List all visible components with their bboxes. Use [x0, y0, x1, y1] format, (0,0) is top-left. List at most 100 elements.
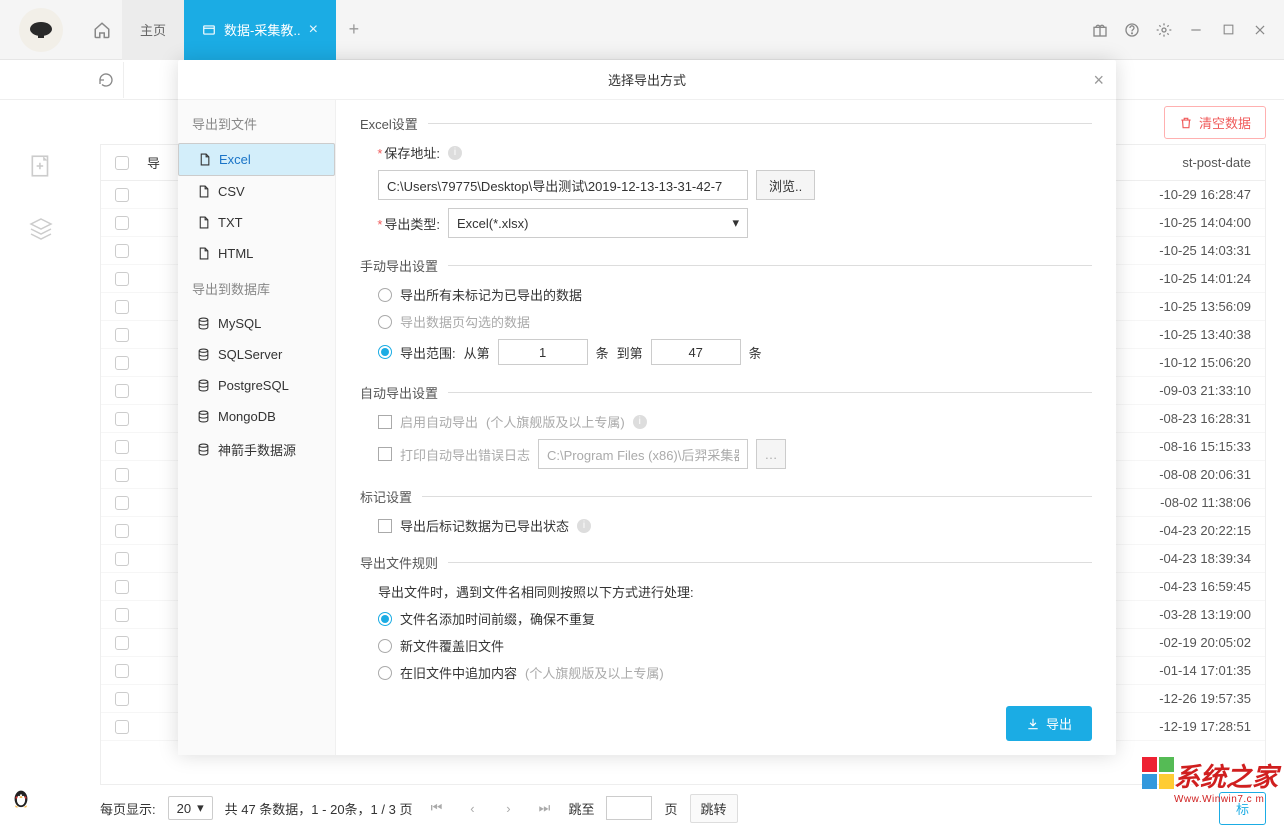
sidebar-item-sqlserver[interactable]: SQLServer: [178, 339, 335, 370]
row-checkbox[interactable]: [115, 468, 129, 482]
export-settings-pane: Excel设置 *保存地址: i 浏览.. *导出类型: Excel(*.xls…: [336, 100, 1116, 755]
sidebar-item-mongodb[interactable]: MongoDB: [178, 401, 335, 432]
per-page-select[interactable]: 20▾: [168, 796, 213, 820]
row-date: -10-25 13:40:38: [1159, 327, 1251, 342]
export-button[interactable]: 导出: [1006, 706, 1092, 741]
reload-icon[interactable]: [88, 62, 124, 98]
auto-enable-label: 启用自动导出: [400, 412, 478, 431]
rule-prefix-radio[interactable]: [378, 612, 392, 626]
close-tab-icon[interactable]: ×: [309, 21, 318, 39]
row-checkbox[interactable]: [115, 440, 129, 454]
info-icon[interactable]: i: [577, 519, 591, 533]
sidebar-item-label: Excel: [219, 152, 251, 167]
qq-icon[interactable]: [10, 787, 32, 809]
radio-unmarked[interactable]: [378, 288, 392, 302]
rule-append-radio[interactable]: [378, 666, 392, 680]
row-date: -04-23 18:39:34: [1159, 551, 1251, 566]
sidebar-item-神箭手数据源[interactable]: 神箭手数据源: [178, 432, 335, 467]
browse-button[interactable]: 浏览..: [756, 170, 815, 200]
dialog-close-icon[interactable]: ×: [1093, 70, 1104, 91]
help-icon[interactable]: [1122, 20, 1142, 40]
sidebar-item-label: SQLServer: [218, 347, 282, 362]
row-checkbox[interactable]: [115, 412, 129, 426]
export-dialog: 选择导出方式 × 导出到文件 ExcelCSVTXTHTML 导出到数据库 My…: [178, 60, 1116, 755]
row-date: -08-23 16:28:31: [1159, 411, 1251, 426]
rule-overwrite-radio[interactable]: [378, 639, 392, 653]
export-type-select[interactable]: Excel(*.xlsx)▾: [448, 208, 748, 238]
row-checkbox[interactable]: [115, 692, 129, 706]
export-sidebar: 导出到文件 ExcelCSVTXTHTML 导出到数据库 MySQLSQLSer…: [178, 100, 336, 755]
info-icon[interactable]: i: [448, 146, 462, 160]
watermark: 系统之家 Www.Winwin7.c m: [1174, 757, 1278, 805]
row-checkbox[interactable]: [115, 636, 129, 650]
row-checkbox[interactable]: [115, 244, 129, 258]
settings-icon[interactable]: [1154, 20, 1174, 40]
layers-icon[interactable]: [25, 212, 57, 244]
row-checkbox[interactable]: [115, 272, 129, 286]
jump-input[interactable]: [606, 796, 652, 820]
row-checkbox[interactable]: [115, 524, 129, 538]
select-all-checkbox[interactable]: [115, 156, 129, 170]
database-icon: [196, 317, 210, 331]
file-icon: [196, 185, 210, 199]
sidebar-item-postgresql[interactable]: PostgreSQL: [178, 370, 335, 401]
sidebar-item-label: CSV: [218, 184, 245, 199]
avatar[interactable]: [19, 8, 63, 52]
row-checkbox[interactable]: [115, 216, 129, 230]
close-window-icon[interactable]: [1250, 20, 1270, 40]
first-page-icon[interactable]: ⏮: [424, 796, 448, 820]
row-checkbox[interactable]: [115, 384, 129, 398]
legend-excel: Excel设置: [360, 114, 418, 133]
row-checkbox[interactable]: [115, 664, 129, 678]
gift-icon[interactable]: [1090, 20, 1110, 40]
row-checkbox[interactable]: [115, 188, 129, 202]
home-icon[interactable]: [82, 10, 122, 50]
sidebar-item-mysql[interactable]: MySQL: [178, 308, 335, 339]
sidebar-item-txt[interactable]: TXT: [178, 207, 335, 238]
col-header: 导: [147, 153, 160, 172]
mark-after-checkbox[interactable]: [378, 519, 392, 533]
radio-range[interactable]: [378, 345, 392, 359]
save-path-input[interactable]: [378, 170, 748, 200]
row-date: -12-26 19:57:35: [1159, 691, 1251, 706]
tab-home[interactable]: 主页: [122, 0, 184, 60]
clear-data-button[interactable]: 清空数据: [1164, 106, 1266, 139]
sidebar-item-label: 神箭手数据源: [218, 440, 296, 459]
tab-active[interactable]: 数据-采集教.. ×: [184, 0, 336, 60]
range-to-input[interactable]: [651, 339, 741, 365]
row-date: -04-23 20:22:15: [1159, 523, 1251, 538]
page-unit: 页: [664, 799, 677, 818]
pager: 每页显示: 20▾ 共 47 条数据，1 - 20条，1 / 3 页 ⏮ ‹ ›…: [100, 791, 1266, 825]
rule-overwrite-label: 新文件覆盖旧文件: [400, 636, 504, 655]
minimize-icon[interactable]: [1186, 20, 1206, 40]
jump-button[interactable]: 跳转: [690, 794, 738, 823]
last-page-icon[interactable]: ⏭: [532, 796, 556, 820]
auto-log-path-input: [538, 439, 748, 469]
rule-prefix-label: 文件名添加时间前缀，确保不重复: [400, 609, 595, 628]
row-checkbox[interactable]: [115, 496, 129, 510]
sidebar-item-csv[interactable]: CSV: [178, 176, 335, 207]
sidebar-item-label: TXT: [218, 215, 243, 230]
row-checkbox[interactable]: [115, 552, 129, 566]
sidebar-item-label: PostgreSQL: [218, 378, 289, 393]
maximize-icon[interactable]: [1218, 20, 1238, 40]
sidebar-item-html[interactable]: HTML: [178, 238, 335, 269]
prev-page-icon[interactable]: ‹: [460, 796, 484, 820]
row-date: -08-02 11:38:06: [1160, 495, 1251, 510]
row-checkbox[interactable]: [115, 356, 129, 370]
legend-rule: 导出文件规则: [360, 553, 438, 572]
row-checkbox[interactable]: [115, 608, 129, 622]
file-icon: [196, 247, 210, 261]
range-from-input[interactable]: [498, 339, 588, 365]
add-tab-button[interactable]: +: [336, 10, 372, 50]
row-checkbox[interactable]: [115, 328, 129, 342]
row-checkbox[interactable]: [115, 720, 129, 734]
new-task-icon[interactable]: [25, 150, 57, 182]
sidebar-item-label: HTML: [218, 246, 253, 261]
sidebar-item-excel[interactable]: Excel: [178, 143, 335, 176]
next-page-icon[interactable]: ›: [496, 796, 520, 820]
row-checkbox[interactable]: [115, 300, 129, 314]
row-date: -08-08 20:06:31: [1159, 467, 1251, 482]
auto-enable-checkbox: [378, 415, 392, 429]
row-checkbox[interactable]: [115, 580, 129, 594]
